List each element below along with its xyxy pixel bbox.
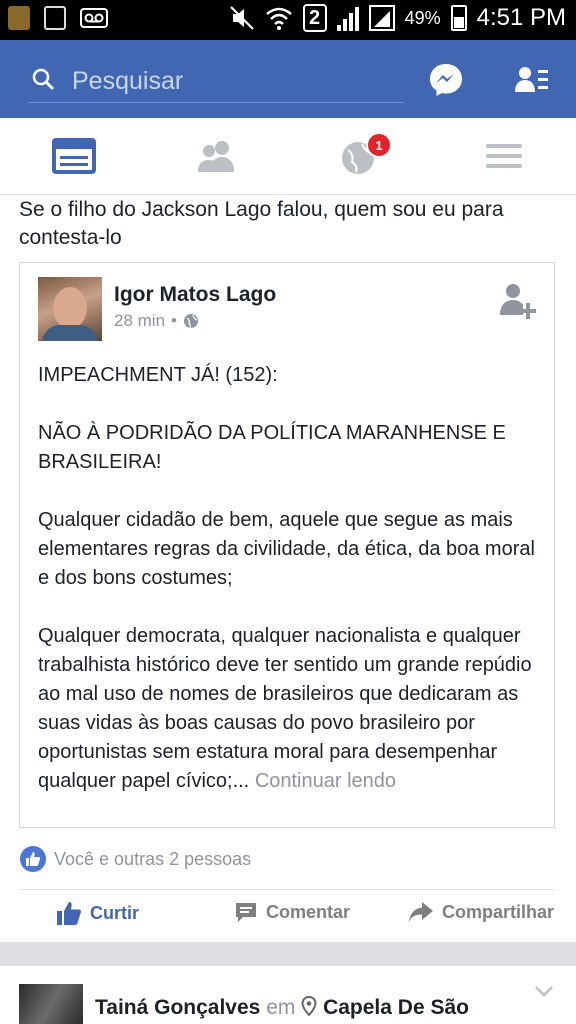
like-reaction-icon <box>20 846 46 872</box>
thumbs-up-icon <box>57 902 81 925</box>
voicemail-icon <box>80 8 108 28</box>
share-button[interactable]: Compartilhar <box>408 900 554 924</box>
tab-bar: 1 <box>0 118 576 195</box>
paragraph-2: NÃO À PODRIDÃO DA POLÍTICA MARANHENSE E … <box>38 422 506 473</box>
search-bar[interactable] <box>28 62 404 103</box>
paragraph-1: IMPEACHMENT JÁ! (152): <box>38 364 278 386</box>
comment-label: Comentar <box>266 901 351 922</box>
like-button[interactable]: Curtir <box>56 900 139 926</box>
status-bar: 2 49% 4:51 PM <box>0 0 576 40</box>
next-post-header: Tainá Gonçalves em Capela De São <box>95 995 469 1020</box>
more-menu-icon[interactable] <box>480 132 530 180</box>
paragraph-4-text: Qualquer democrata, qualquer nacionalist… <box>38 625 532 792</box>
friend-requests-icon[interactable] <box>192 132 242 180</box>
public-globe-icon <box>183 314 198 329</box>
next-post: Tainá Gonçalves em Capela De São <box>0 966 576 1024</box>
likes-summary[interactable]: Você e outras 2 pessoas <box>20 846 251 872</box>
comment-icon <box>236 903 256 922</box>
actions-divider <box>19 889 555 890</box>
add-friend-icon[interactable] <box>498 281 538 321</box>
search-icon <box>32 68 54 90</box>
messenger-icon[interactable] <box>428 62 464 98</box>
feed-separator <box>0 942 576 966</box>
search-input[interactable] <box>70 62 394 100</box>
shared-post-card[interactable]: Igor Matos Lago 28 min • IMPEACHMENT JÁ!… <box>19 262 555 828</box>
share-label: Compartilhar <box>442 901 555 922</box>
news-feed-icon[interactable] <box>50 132 100 180</box>
author-name[interactable]: Igor Matos Lago <box>114 283 276 307</box>
post-text: Se o filho do Jackson Lago falou, quem s… <box>19 198 504 249</box>
meta-separator: • <box>171 311 177 330</box>
app-notification-icon <box>8 6 30 30</box>
location-pin-icon <box>301 995 317 1017</box>
post-meta: 28 min • <box>114 311 199 331</box>
post-time: 28 min <box>114 311 166 330</box>
shared-post-body: IMPEACHMENT JÁ! (152): NÃO À PODRIDÃO DA… <box>38 361 548 796</box>
sim-indicator: 2 <box>302 4 327 32</box>
battery-percent: 49% <box>404 7 441 28</box>
phone-icon <box>44 6 66 30</box>
top-bar <box>0 40 576 118</box>
next-post-avatar[interactable] <box>19 984 83 1024</box>
signal-box-icon <box>368 5 395 31</box>
mute-icon <box>229 6 254 30</box>
battery-icon <box>450 5 467 31</box>
share-arrow-icon <box>409 902 433 922</box>
notifications-badge: 1 <box>366 132 392 158</box>
clock: 4:51 PM <box>476 4 566 31</box>
paragraph-3: Qualquer cidadão de bem, aquele que segu… <box>38 509 535 589</box>
paragraph-4: Qualquer democrata, qualquer nacionalist… <box>38 622 548 796</box>
likes-text: Você e outras 2 pessoas <box>54 848 252 869</box>
continue-reading-link[interactable]: Continuar lendo <box>255 770 396 792</box>
next-post-author[interactable]: Tainá Gonçalves <box>95 996 260 1019</box>
author-avatar[interactable] <box>38 277 102 341</box>
like-label: Curtir <box>90 902 139 923</box>
wifi-icon <box>265 7 292 30</box>
signal-icon <box>336 5 359 31</box>
chevron-down-icon[interactable] <box>534 984 554 998</box>
next-post-connector: em <box>266 996 296 1019</box>
next-post-place[interactable]: Capela De São <box>323 996 469 1019</box>
friends-menu-icon[interactable] <box>514 64 550 96</box>
comment-button[interactable]: Comentar <box>234 900 350 924</box>
